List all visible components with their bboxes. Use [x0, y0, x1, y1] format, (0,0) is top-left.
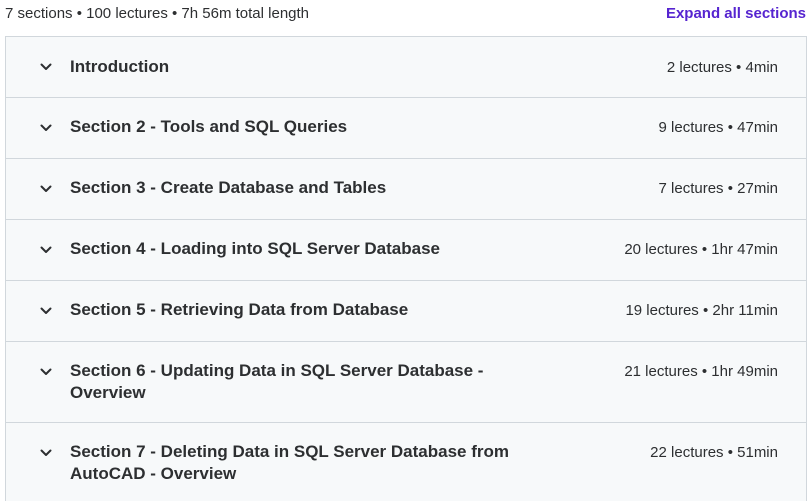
chevron-down-icon	[39, 60, 53, 74]
section-header-5[interactable]: Section 5 - Retrieving Data from Databas…	[6, 281, 806, 342]
section-meta: 19 lectures • 2hr 11min	[625, 302, 778, 319]
section-meta: 22 lectures • 51min	[650, 444, 778, 461]
section-title: Section 5 - Retrieving Data from Databas…	[70, 300, 409, 319]
section-meta: 2 lectures • 4min	[666, 59, 778, 76]
chevron-down-icon	[39, 182, 53, 196]
expand-all-sections-button[interactable]: Expand all sections	[666, 5, 806, 22]
chevron-down-icon	[39, 446, 53, 460]
section-list: Introduction 2 lectures • 4min Section 2…	[5, 36, 807, 501]
section-meta: 21 lectures • 1hr 49min	[624, 363, 778, 380]
section-title: Section 7 - Deleting Data in SQL Server …	[70, 442, 509, 483]
curriculum-summary-bar: 7 sections • 100 lectures • 7h 56m total…	[0, 0, 809, 30]
chevron-down-icon	[39, 121, 53, 135]
chevron-down-icon	[39, 365, 53, 379]
chevron-down-icon	[39, 243, 53, 257]
section-title: Section 4 - Loading into SQL Server Data…	[70, 239, 440, 258]
curriculum-summary: 7 sections • 100 lectures • 7h 56m total…	[5, 5, 310, 22]
section-header-4[interactable]: Section 4 - Loading into SQL Server Data…	[6, 220, 806, 281]
section-header-introduction[interactable]: Introduction 2 lectures • 4min	[6, 37, 806, 98]
section-title: Section 3 - Create Database and Tables	[70, 178, 387, 197]
section-meta: 20 lectures • 1hr 47min	[624, 241, 778, 258]
section-meta: 7 lectures • 27min	[658, 180, 778, 197]
section-header-7[interactable]: Section 7 - Deleting Data in SQL Server …	[6, 423, 806, 501]
section-title: Section 6 - Updating Data in SQL Server …	[70, 361, 484, 402]
section-header-3[interactable]: Section 3 - Create Database and Tables 7…	[6, 159, 806, 220]
chevron-down-icon	[39, 304, 53, 318]
section-title: Introduction	[70, 57, 170, 76]
section-header-6[interactable]: Section 6 - Updating Data in SQL Server …	[6, 342, 806, 423]
section-header-2[interactable]: Section 2 - Tools and SQL Queries 9 lect…	[6, 98, 806, 159]
section-title: Section 2 - Tools and SQL Queries	[70, 117, 348, 136]
section-meta: 9 lectures • 47min	[658, 119, 778, 136]
